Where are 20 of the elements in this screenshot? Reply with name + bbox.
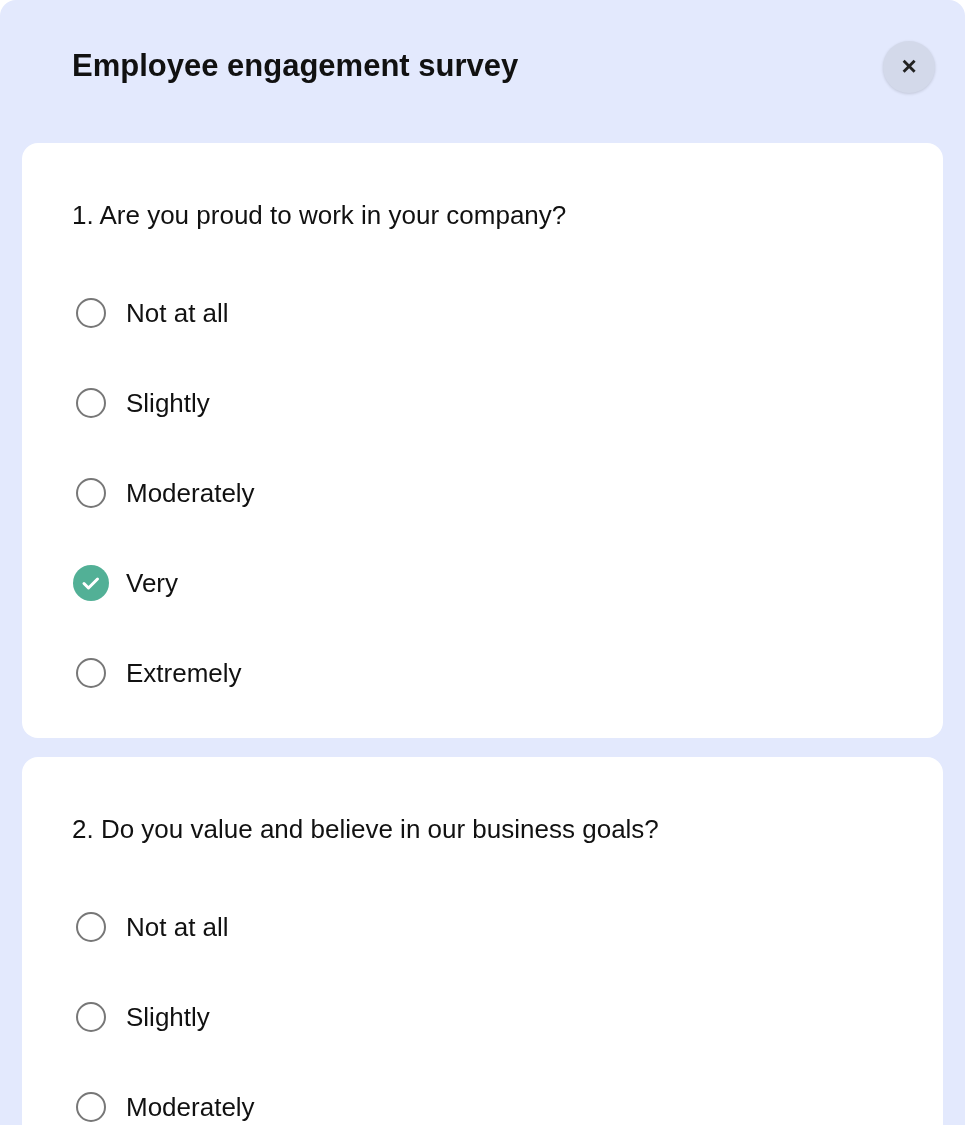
radio-button[interactable] — [76, 1002, 106, 1032]
survey-title: Employee engagement survey — [72, 47, 519, 86]
question-text: 2. Do you value and believe in our business goals? — [72, 813, 660, 846]
close-button[interactable]: × — [883, 40, 935, 93]
option-label: Moderately — [126, 1090, 255, 1124]
option-label: Slightly — [126, 386, 210, 420]
radio-button[interactable] — [76, 658, 106, 688]
radio-button[interactable] — [76, 912, 106, 942]
checked-radio-icon[interactable] — [73, 565, 109, 601]
radio-button[interactable] — [76, 388, 106, 418]
option-label: Moderately — [126, 476, 255, 510]
radio-button[interactable] — [76, 298, 106, 328]
option-label: Very — [126, 566, 179, 600]
radio-button[interactable] — [76, 1092, 106, 1122]
radio-button[interactable] — [76, 478, 106, 508]
option-label: Slightly — [126, 1000, 210, 1034]
question-text: 1. Are you proud to work in your company? — [72, 199, 568, 232]
option-label: Not at all — [126, 296, 229, 330]
option-label: Not at all — [126, 910, 229, 944]
option-label: Extremely — [126, 656, 242, 690]
